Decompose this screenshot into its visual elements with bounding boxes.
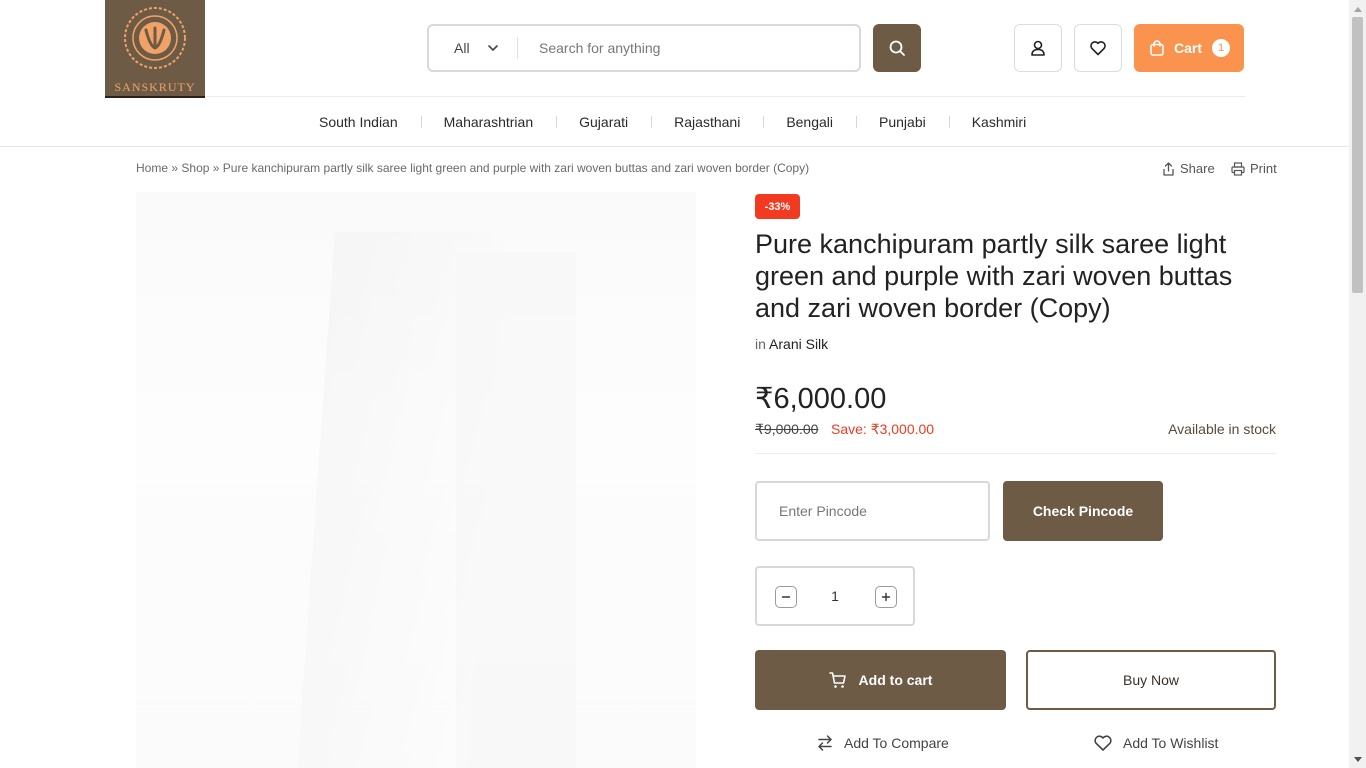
quantity-stepper: 1 xyxy=(755,566,915,626)
buy-now-button[interactable]: Buy Now xyxy=(1026,650,1276,710)
search-icon xyxy=(889,40,905,56)
nav-item-south-indian[interactable]: South Indian xyxy=(296,114,421,130)
category-prefix: in xyxy=(755,336,766,352)
product-title: Pure kanchipuram partly silk saree light… xyxy=(755,229,1233,323)
logo-text: SANSKRUTY xyxy=(114,80,196,94)
check-pincode-button[interactable]: Check Pincode xyxy=(1003,481,1163,541)
scroll-up-arrow-icon[interactable] xyxy=(1349,0,1366,17)
nav-item-punjabi[interactable]: Punjabi xyxy=(856,114,949,130)
bag-icon xyxy=(1150,40,1164,56)
product-image-fold xyxy=(456,252,576,768)
nav-item-bengali[interactable]: Bengali xyxy=(763,114,856,130)
wishlist-button[interactable] xyxy=(1074,24,1122,72)
product-category: in Arani Silk xyxy=(755,336,828,352)
page: SANSKRUTY All C xyxy=(0,0,1349,768)
search-bar: All xyxy=(427,24,861,72)
add-to-cart-label: Add to cart xyxy=(858,672,933,688)
cart-label: Cart xyxy=(1174,40,1203,56)
printer-icon xyxy=(1231,161,1245,176)
share-label: Share xyxy=(1180,161,1215,176)
add-to-wishlist-label: Add To Wishlist xyxy=(1123,735,1219,751)
compare-icon xyxy=(818,735,832,751)
breadcrumb-shop[interactable]: Shop xyxy=(181,161,209,175)
nav-item-maharashtrian[interactable]: Maharashtrian xyxy=(420,114,557,130)
account-button[interactable] xyxy=(1014,24,1062,72)
site-logo[interactable]: SANSKRUTY xyxy=(105,0,205,98)
category-link[interactable]: Arani Silk xyxy=(769,336,828,352)
cart-icon xyxy=(828,672,846,688)
user-icon xyxy=(1031,40,1045,56)
breadcrumb-separator: » xyxy=(171,161,179,175)
pincode-input[interactable] xyxy=(755,481,990,541)
chevron-down-icon xyxy=(488,45,498,52)
share-button[interactable]: Share xyxy=(1162,161,1215,176)
search-button[interactable] xyxy=(873,24,921,72)
scroll-down-arrow-icon[interactable] xyxy=(1349,751,1366,768)
add-to-cart-button[interactable]: Add to cart xyxy=(755,650,1006,710)
category-nav: South Indian Maharashtrian Gujarati Raja… xyxy=(0,97,1349,147)
nav-item-rajasthani[interactable]: Rajasthani xyxy=(651,114,763,130)
breadcrumb-home[interactable]: Home xyxy=(136,161,168,175)
add-to-compare-label: Add To Compare xyxy=(844,735,949,751)
print-label: Print xyxy=(1250,161,1277,176)
quantity-increase-button[interactable] xyxy=(875,586,897,608)
add-to-compare-link[interactable]: Add To Compare xyxy=(816,734,949,752)
logo-emblem-icon xyxy=(124,7,186,69)
search-category-label: All xyxy=(454,40,470,56)
cart-count-badge: 1 xyxy=(1212,39,1230,57)
price-divider xyxy=(755,453,1276,454)
heart-icon xyxy=(1094,735,1112,751)
original-price: ₹9,000.00 xyxy=(755,421,819,437)
nav-item-kashmiri[interactable]: Kashmiri xyxy=(948,114,1049,130)
stock-status: Available in stock xyxy=(1168,421,1276,437)
savings-text: Save: ₹3,000.00 xyxy=(831,421,935,437)
product-price: ₹6,000.00 xyxy=(755,383,887,415)
add-to-wishlist-link[interactable]: Add To Wishlist xyxy=(1093,734,1218,752)
cart-button[interactable]: Cart 1 xyxy=(1134,24,1244,72)
nav-item-gujarati[interactable]: Gujarati xyxy=(556,114,651,130)
breadcrumb-separator: » xyxy=(212,161,220,175)
discount-badge: -33% xyxy=(755,194,800,219)
search-input[interactable] xyxy=(518,26,859,70)
breadcrumb: Home » Shop » Pure kanchipuram partly si… xyxy=(136,161,809,175)
search-category-select[interactable]: All xyxy=(429,26,517,70)
breadcrumb-current: Pure kanchipuram partly silk saree light… xyxy=(222,161,810,175)
plus-icon xyxy=(881,592,891,602)
product-image[interactable] xyxy=(136,192,696,768)
print-button[interactable]: Print xyxy=(1231,161,1277,176)
share-icon xyxy=(1163,161,1174,176)
scrollbar-thumb[interactable] xyxy=(1352,17,1363,293)
vertical-scrollbar[interactable] xyxy=(1349,0,1366,768)
heart-icon xyxy=(1090,41,1106,56)
